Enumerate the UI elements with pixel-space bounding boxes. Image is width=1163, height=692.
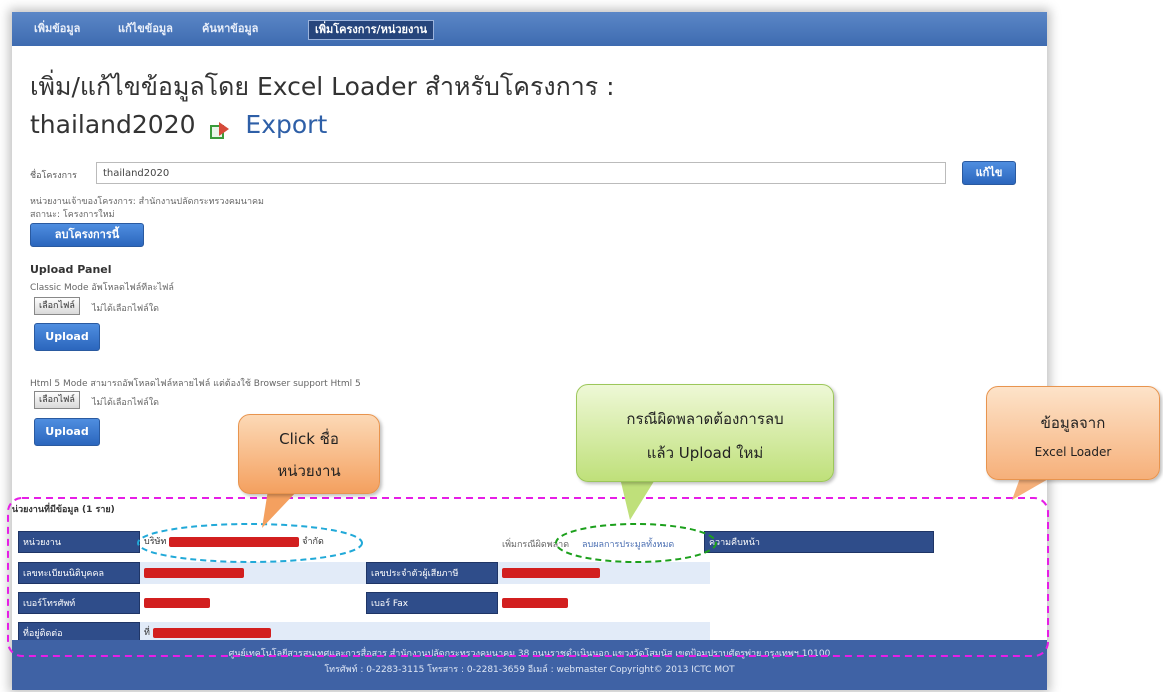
click-callout-line2: หน่วยงาน: [277, 462, 341, 480]
error-callout: กรณีผิดพลาดต้องการลบ แล้ว Upload ใหม่: [576, 384, 834, 482]
annotation-overlay: [7, 478, 1050, 657]
error-callout-line1: กรณีผิดพลาดต้องการลบ: [626, 410, 784, 428]
agency-highlight-ellipse: [137, 523, 363, 563]
data-callout-tail: [1012, 478, 1050, 500]
data-callout: ข้อมูลจาก Excel Loader: [986, 386, 1160, 480]
click-callout: Click ชื่อ หน่วยงาน: [238, 414, 380, 494]
data-highlight-box: [7, 497, 1049, 657]
data-callout-line2: Excel Loader: [1034, 445, 1112, 459]
click-callout-tail: [262, 490, 298, 528]
error-callout-line2: แล้ว Upload ใหม่: [646, 444, 764, 462]
delete-highlight-ellipse: [555, 523, 717, 563]
data-callout-line1: ข้อมูลจาก: [1040, 414, 1106, 432]
click-callout-line1: Click ชื่อ: [279, 430, 339, 448]
